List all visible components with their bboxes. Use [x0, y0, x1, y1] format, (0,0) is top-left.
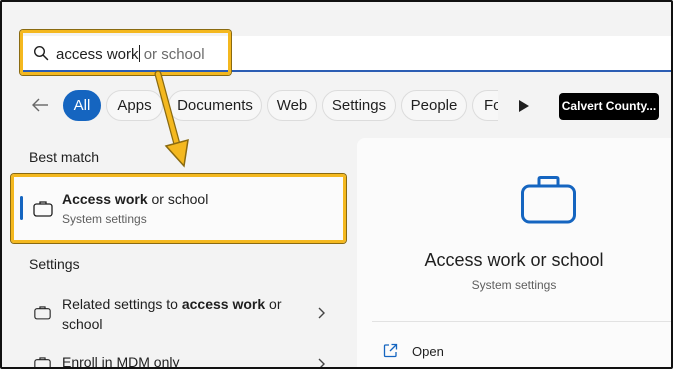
back-arrow-icon[interactable] — [30, 95, 50, 115]
preview-subtitle: System settings — [471, 278, 557, 292]
scroll-right-icon[interactable] — [518, 99, 530, 113]
settings-item-related-line1[interactable]: Related settings to access work or — [62, 296, 282, 312]
briefcase-icon — [521, 176, 576, 224]
best-match-heading: Best match — [29, 149, 100, 165]
filter-folders[interactable]: Fo — [472, 90, 498, 121]
filter-people[interactable]: People — [401, 90, 467, 121]
settings-item-related-bold: access work — [181, 296, 266, 312]
filter-web[interactable]: Web — [267, 90, 317, 121]
chevron-right-icon[interactable] — [316, 306, 326, 320]
annotation-arrow-icon — [154, 70, 189, 168]
briefcase-icon — [34, 306, 51, 320]
open-external-icon[interactable] — [383, 343, 398, 358]
settings-item-related-suffix: or — [265, 296, 282, 312]
search-highlight-box — [20, 30, 231, 75]
filter-settings[interactable]: Settings — [322, 90, 396, 121]
open-action[interactable]: Open — [412, 344, 444, 359]
settings-heading: Settings — [29, 256, 80, 272]
preview-title: Access work or school — [424, 250, 604, 270]
briefcase-icon — [34, 357, 51, 369]
chevron-right-icon[interactable] — [316, 357, 326, 369]
result-highlight-box — [11, 174, 346, 243]
filter-all[interactable]: All — [63, 90, 101, 121]
divider — [372, 321, 671, 322]
account-chip[interactable]: Calvert County... — [559, 93, 659, 120]
top-strip — [2, 2, 671, 32]
settings-item-related-prefix: Related settings to — [62, 296, 182, 312]
settings-item-related-line2[interactable]: school — [62, 316, 102, 332]
settings-item-mdm[interactable]: Enroll in MDM only — [62, 354, 179, 369]
